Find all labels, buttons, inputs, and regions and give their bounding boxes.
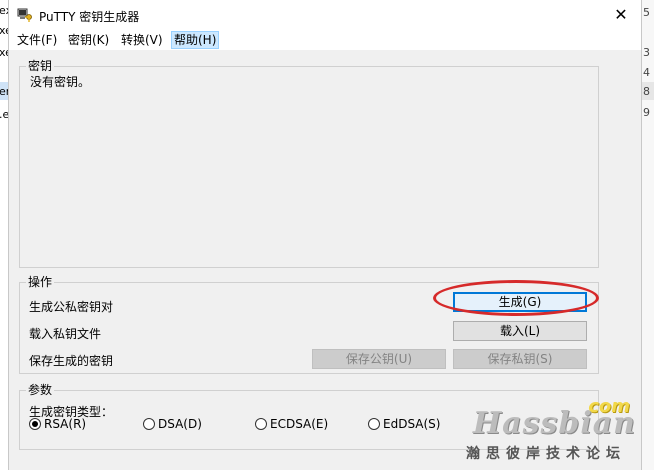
radio-eddsa-circle[interactable] [368,418,380,430]
radio-rsa[interactable]: RSA(R) [29,416,86,432]
save-public-key-button[interactable]: 保存公钥(U) [312,349,446,369]
title-bar[interactable]: PuTTY 密钥生成器 ✕ [9,0,641,30]
parameters-group-label: 参数 [26,383,55,397]
bg-fragment: .e [0,108,8,121]
radio-dsa[interactable]: DSA(D) [143,416,202,432]
key-status-text: 没有密钥。 [30,75,91,89]
window-title: PuTTY 密钥生成器 [39,10,140,24]
radio-ecdsa-circle[interactable] [255,418,267,430]
radio-ecdsa[interactable]: ECDSA(E) [255,416,328,432]
save-private-key-button[interactable]: 保存私钥(S) [453,349,587,369]
actions-group-label: 操作 [26,275,55,289]
radio-rsa-circle[interactable] [29,418,41,430]
bg-digit: 9 [643,106,650,119]
bg-fragment: xe [0,46,8,59]
menu-bar: 文件(F) 密钥(K) 转换(V) 帮助(H) [9,30,641,50]
close-icon: ✕ [614,5,628,24]
generate-button[interactable]: 生成(G) [453,292,587,312]
puttygen-window: PuTTY 密钥生成器 ✕ 文件(F) 密钥(K) 转换(V) 帮助(H) 密钥… [8,0,642,470]
menu-file[interactable]: 文件(F) [15,32,59,48]
bg-digit: 5 [643,6,650,19]
radio-ecdsa-label: ECDSA(E) [270,417,329,431]
background-window-left: ex xe xe en .e [0,0,8,470]
menu-convert[interactable]: 转换(V) [119,32,165,48]
menu-key[interactable]: 密钥(K) [66,32,111,48]
bg-digit: 8 [643,85,650,98]
bg-fragment: ex [0,4,8,17]
load-button[interactable]: 载入(L) [453,321,587,341]
bg-digit: 3 [643,46,650,59]
key-group: 密钥 没有密钥。 [19,59,599,268]
key-group-label: 密钥 [26,59,55,73]
watermark-logo: Hassbian [472,406,636,441]
radio-dsa-label: DSA(D) [158,417,202,431]
radio-rsa-label: RSA(R) [44,417,87,431]
load-row-label: 载入私钥文件 [29,327,102,341]
save-row-label: 保存生成的密钥 [29,354,114,368]
bg-digit: 4 [643,66,650,79]
radio-eddsa-label: EdDSA(S) [383,417,441,431]
putty-key-icon [17,8,32,22]
radio-eddsa[interactable]: EdDSA(S) [368,416,440,432]
background-window-right: 5 3 4 8 9 [642,0,654,470]
bg-fragment: xe [0,24,8,37]
watermark-subtitle: 瀚思彼岸技术论坛 [466,446,626,462]
menu-help[interactable]: 帮助(H) [171,31,220,49]
radio-dsa-circle[interactable] [143,418,155,430]
close-button[interactable]: ✕ [601,0,641,30]
bg-fragment: en [0,85,8,98]
generate-row-label: 生成公私密钥对 [29,300,114,314]
